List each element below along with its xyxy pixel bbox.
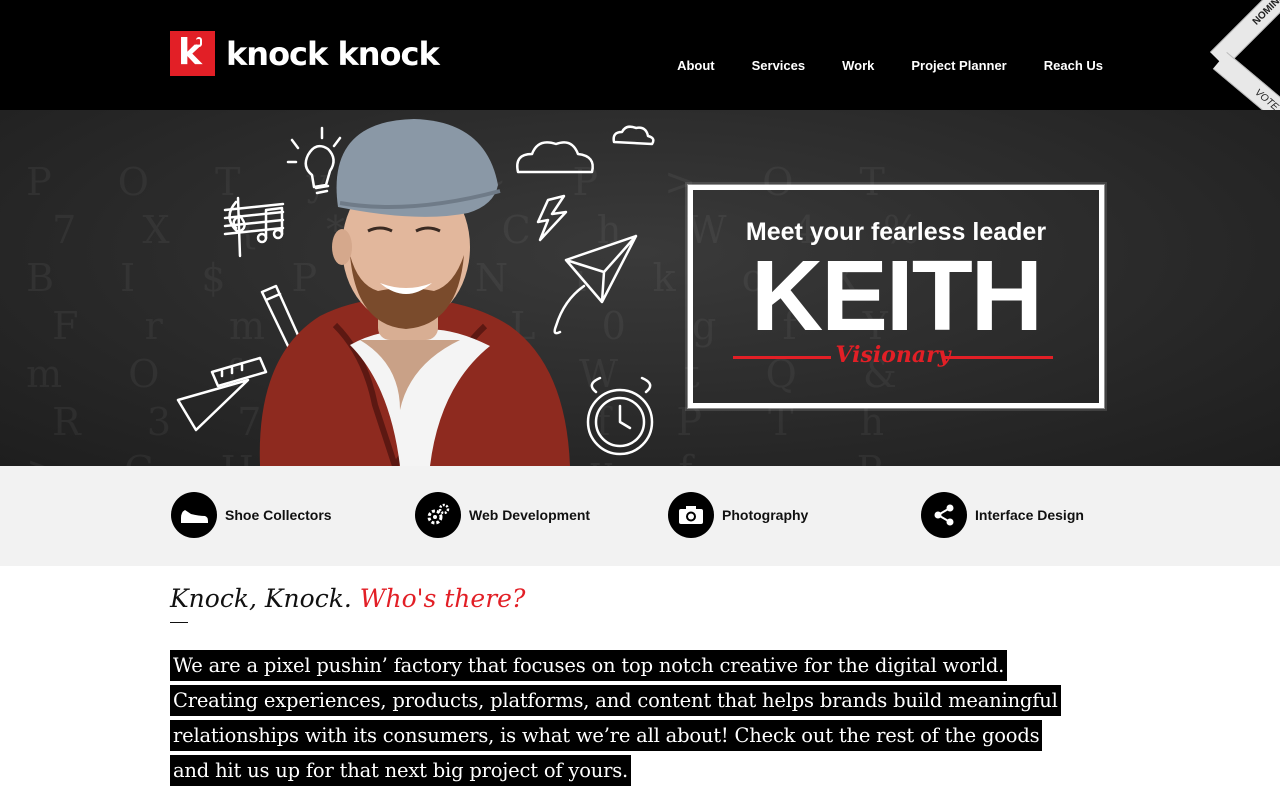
shoe-icon xyxy=(171,492,217,538)
role-divider-right xyxy=(945,356,1053,359)
main-nav: About Services Work Project Planner Reac… xyxy=(640,58,1103,74)
nav-services[interactable]: Services xyxy=(752,58,806,74)
ribbon-vote-label: VOTE for us xyxy=(1212,52,1280,110)
leader-name: KEITH xyxy=(751,240,1043,352)
site-logo[interactable]: k knock knock xyxy=(170,31,440,76)
intro-divider xyxy=(170,622,188,623)
alarm-clock-icon xyxy=(586,376,654,456)
logo-mark: k xyxy=(170,31,215,76)
nav-about[interactable]: About xyxy=(677,58,715,74)
logo-text: knock knock xyxy=(226,34,440,73)
service-label: Interface Design xyxy=(975,507,1084,523)
ribbon-nominee-label: NOMINEE xyxy=(1210,0,1280,68)
services-bar: Shoe Collectors Web Development Photogra… xyxy=(0,466,1280,566)
nav-work[interactable]: Work xyxy=(842,58,874,74)
gears-icon xyxy=(415,492,461,538)
keith-portrait xyxy=(259,119,570,466)
leader-frame: Meet your fearless leader KEITH Visionar… xyxy=(688,185,1104,408)
intro-title-part2: Who's there? xyxy=(359,584,526,613)
nav-reach-us[interactable]: Reach Us xyxy=(1044,58,1103,74)
nominee-ribbon[interactable]: NOMINEE VOTE for us xyxy=(1205,0,1280,110)
nav-project-planner[interactable]: Project Planner xyxy=(911,58,1006,74)
service-photography[interactable]: Photography xyxy=(668,492,808,538)
service-interface-design[interactable]: Interface Design xyxy=(921,492,1084,538)
hero-banner: P O T y f ~ P > O T 7 X { * g C h W 4 % … xyxy=(0,110,1280,466)
service-label: Photography xyxy=(722,507,809,523)
intro-title-part1: Knock, Knock. xyxy=(170,584,352,613)
service-shoe-collectors[interactable]: Shoe Collectors xyxy=(171,492,332,538)
intro-body-text: We are a pixel pushin’ factory that focu… xyxy=(170,650,1061,786)
intro-body: We are a pixel pushin’ factory that focu… xyxy=(170,648,1070,788)
service-label: Web Development xyxy=(469,507,591,523)
service-label: Shoe Collectors xyxy=(225,507,332,523)
camera-icon xyxy=(668,492,714,538)
leader-role-row: Visionary xyxy=(733,342,1053,372)
service-web-development[interactable]: Web Development xyxy=(415,492,590,538)
site-header: k knock knock About Services Work Projec… xyxy=(0,0,1280,110)
share-icon xyxy=(921,492,967,538)
leader-role: Visionary xyxy=(835,342,951,368)
intro-title: Knock, Knock. Who's there? xyxy=(170,584,525,613)
